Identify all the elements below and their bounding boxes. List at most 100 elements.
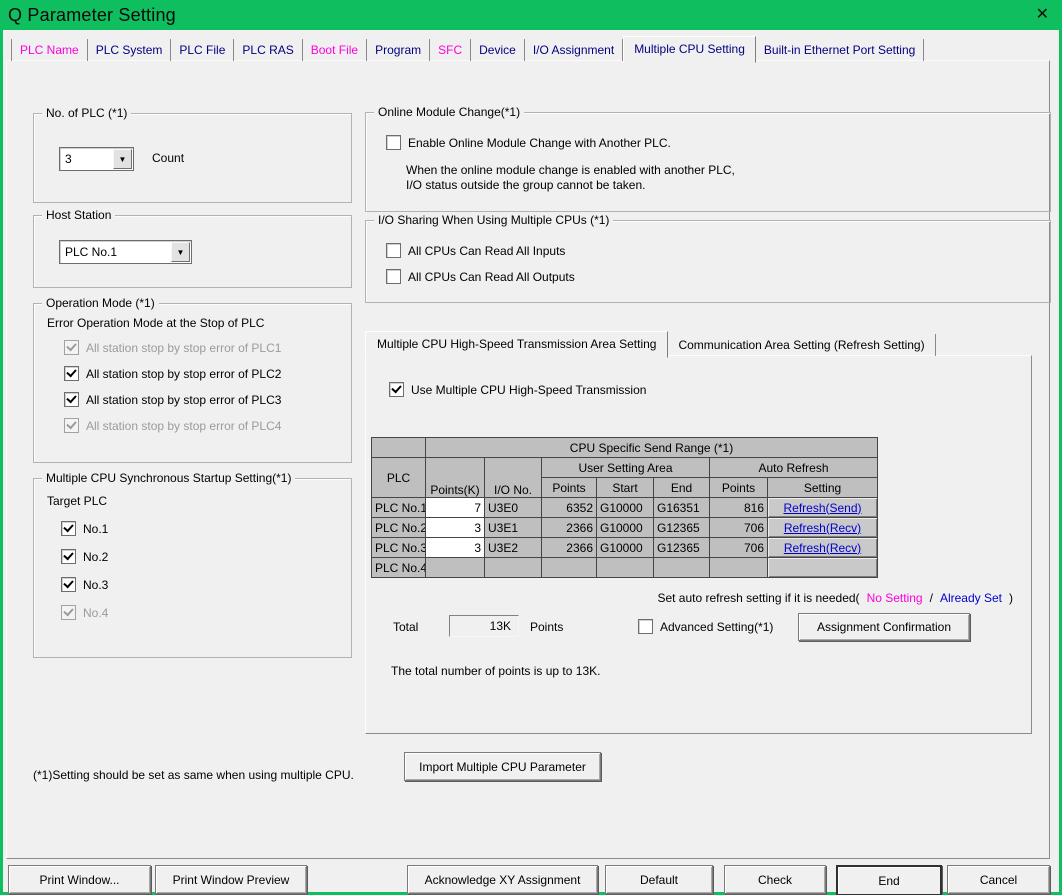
chevron-down-icon[interactable]: ▼ <box>171 242 190 262</box>
checkbox-box[interactable] <box>61 521 76 536</box>
tab-boot-file[interactable]: Boot File <box>303 39 367 61</box>
cell-points <box>542 558 597 578</box>
no-of-plc-combobox[interactable]: 3 ▼ <box>59 147 134 171</box>
checkbox-box[interactable] <box>61 577 76 592</box>
checkbox-box[interactable] <box>389 382 404 397</box>
cell-refresh-points: 816 <box>710 498 768 518</box>
cell-refresh-points: 706 <box>710 518 768 538</box>
checkbox-target-no1[interactable]: No.1 <box>61 521 108 536</box>
tab-plc-ras[interactable]: PLC RAS <box>234 39 302 61</box>
checkbox-read-all-inputs[interactable]: All CPUs Can Read All Inputs <box>386 243 565 258</box>
cpu-send-range-table: CPU Specific Send Range (*1) PLC Points(… <box>371 437 878 578</box>
refresh-recv-button[interactable]: Refresh(Recv) <box>768 518 878 538</box>
total-points-field: 13K <box>449 615 519 637</box>
auto-refresh-note-prefix: Set auto refresh setting if it is needed… <box>657 591 859 605</box>
table-row: PLC No.2 3 U3E1 2366 G10000 G12365 706 R… <box>372 518 878 538</box>
cell-start: G10000 <box>597 538 654 558</box>
tab-device[interactable]: Device <box>471 39 525 61</box>
col-header-end: End <box>654 478 710 498</box>
cell-points-k-input[interactable]: 3 <box>426 518 485 538</box>
default-button[interactable]: Default <box>605 865 713 894</box>
checkbox-box[interactable] <box>64 366 79 381</box>
checkbox-stop-error-plc2[interactable]: All station stop by stop error of PLC2 <box>64 366 281 381</box>
checkbox-advanced-setting[interactable]: Advanced Setting(*1) <box>638 619 773 634</box>
cell-start: G10000 <box>597 498 654 518</box>
col-header-io-no: I/O No. <box>485 458 542 498</box>
checkbox-box[interactable] <box>638 619 653 634</box>
target-plc-label: Target PLC <box>47 494 107 508</box>
total-points-note: The total number of points is up to 13K. <box>391 664 600 678</box>
table-row: PLC No.3 3 U3E2 2366 G10000 G12365 706 R… <box>372 538 878 558</box>
checkbox-box[interactable] <box>64 392 79 407</box>
cell-plc: PLC No.1 <box>372 498 426 518</box>
tab-builtin-ethernet[interactable]: Built-in Ethernet Port Setting <box>756 39 924 61</box>
checkbox-use-high-speed-transmission[interactable]: Use Multiple CPU High-Speed Transmission <box>389 382 646 397</box>
checkbox-box[interactable] <box>386 135 401 150</box>
tab-plc-system[interactable]: PLC System <box>88 39 172 61</box>
cell-end: G12365 <box>654 518 710 538</box>
cell-start: G10000 <box>597 518 654 538</box>
tab-plc-file[interactable]: PLC File <box>171 39 234 61</box>
cell-points-k-input[interactable]: 7 <box>426 498 485 518</box>
group-no-of-plc-title: No. of PLC (*1) <box>42 106 131 120</box>
checkbox-box[interactable] <box>386 269 401 284</box>
assignment-confirmation-button[interactable]: Assignment Confirmation <box>798 613 970 641</box>
checkbox-target-no3[interactable]: No.3 <box>61 577 108 592</box>
footer-note: (*1)Setting should be set as same when u… <box>33 768 354 782</box>
col-header-start: Start <box>597 478 654 498</box>
import-multiple-cpu-parameter-button[interactable]: Import Multiple CPU Parameter <box>404 752 601 781</box>
print-window-preview-button[interactable]: Print Window Preview <box>155 865 307 894</box>
tab-io-assignment[interactable]: I/O Assignment <box>525 39 623 61</box>
acknowledge-xy-assignment-button[interactable]: Acknowledge XY Assignment <box>407 865 598 894</box>
checkbox-stop-error-plc1: All station stop by stop error of PLC1 <box>64 340 281 355</box>
tab-sfc[interactable]: SFC <box>430 39 471 61</box>
checkbox-box[interactable] <box>61 549 76 564</box>
checkbox-box <box>64 340 79 355</box>
q-parameter-setting-dialog: Q Parameter Setting ✕ PLC Name PLC Syste… <box>0 0 1062 895</box>
close-icon[interactable]: ✕ <box>1036 5 1049 25</box>
checkbox-box[interactable] <box>386 243 401 258</box>
transmission-area-panel: Use Multiple CPU High-Speed Transmission… <box>365 355 1032 734</box>
tab-program[interactable]: Program <box>367 39 430 61</box>
group-header-user-setting-area: User Setting Area <box>542 458 710 478</box>
cell-end: G16351 <box>654 498 710 518</box>
checkbox-box <box>64 418 79 433</box>
table-row: PLC No.4 <box>372 558 878 578</box>
tab-plc-name[interactable]: PLC Name <box>11 39 88 61</box>
main-tab-strip: PLC Name PLC System PLC File PLC RAS Boo… <box>11 38 924 61</box>
checkbox-enable-online-module-change[interactable]: Enable Online Module Change with Another… <box>386 135 671 150</box>
group-io-sharing-title: I/O Sharing When Using Multiple CPUs (*1… <box>374 213 613 227</box>
cell-start <box>597 558 654 578</box>
cell-plc: PLC No.4 <box>372 558 426 578</box>
cell-io-no: U3E0 <box>485 498 542 518</box>
cell-refresh-points: 706 <box>710 538 768 558</box>
checkbox-stop-error-plc3[interactable]: All station stop by stop error of PLC3 <box>64 392 281 407</box>
cell-points: 6352 <box>542 498 597 518</box>
cell-plc: PLC No.2 <box>372 518 426 538</box>
cell-points-k-input[interactable]: 3 <box>426 538 485 558</box>
cell-points: 2366 <box>542 518 597 538</box>
tab-multiple-cpu-setting[interactable]: Multiple CPU Setting <box>623 36 756 63</box>
group-no-of-plc: No. of PLC (*1) 3 ▼ Count <box>33 113 352 203</box>
cell-io-no: U3E1 <box>485 518 542 538</box>
group-online-module-change-title: Online Module Change(*1) <box>374 105 524 119</box>
refresh-send-button[interactable]: Refresh(Send) <box>768 498 878 518</box>
refresh-recv-button[interactable]: Refresh(Recv) <box>768 538 878 558</box>
tab-communication-area-setting[interactable]: Communication Area Setting (Refresh Sett… <box>668 334 935 356</box>
group-io-sharing: I/O Sharing When Using Multiple CPUs (*1… <box>365 220 1051 303</box>
end-button[interactable]: End <box>836 865 942 895</box>
cell-io-no <box>485 558 542 578</box>
print-window-button[interactable]: Print Window... <box>8 865 151 894</box>
dialog-client-area: PLC Name PLC System PLC File PLC RAS Boo… <box>3 30 1059 892</box>
tab-high-speed-transmission-area[interactable]: Multiple CPU High-Speed Transmission Are… <box>365 331 668 358</box>
group-operation-mode-title: Operation Mode (*1) <box>42 296 159 310</box>
cell-points: 2366 <box>542 538 597 558</box>
checkbox-read-all-outputs[interactable]: All CPUs Can Read All Outputs <box>386 269 575 284</box>
host-station-combobox[interactable]: PLC No.1 ▼ <box>59 240 192 264</box>
cancel-button[interactable]: Cancel <box>947 865 1050 894</box>
chevron-down-icon[interactable]: ▼ <box>113 149 132 169</box>
checkbox-target-no2[interactable]: No.2 <box>61 549 108 564</box>
check-button[interactable]: Check <box>724 865 826 894</box>
group-header-auto-refresh: Auto Refresh <box>710 458 878 478</box>
group-sync-startup-title: Multiple CPU Synchronous Startup Setting… <box>42 471 295 485</box>
